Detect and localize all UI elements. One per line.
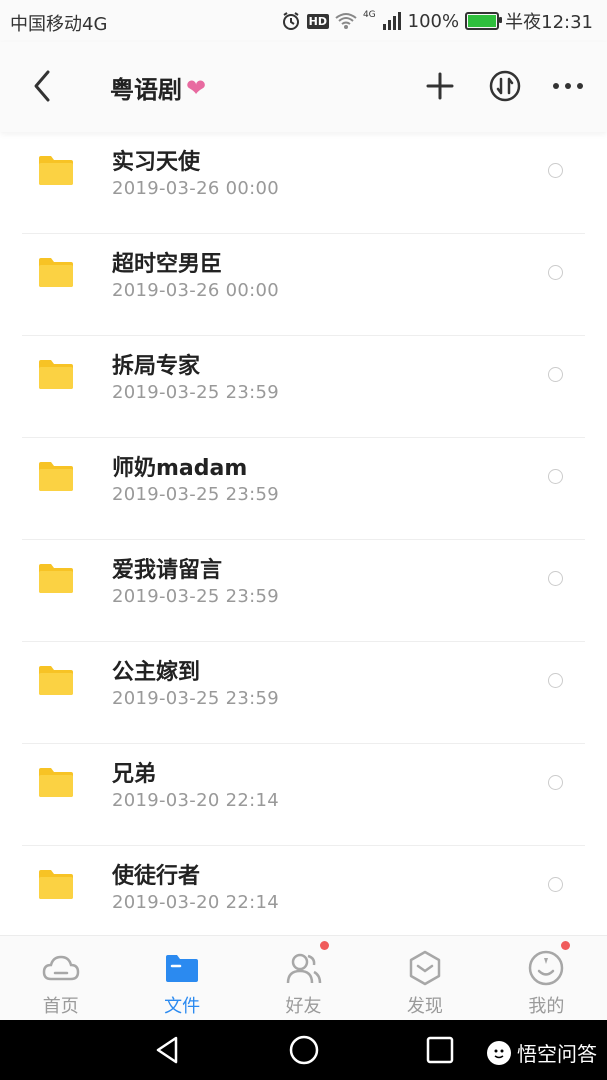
battery-icon <box>465 12 503 30</box>
file-name: 爱我请留言 <box>112 558 223 583</box>
tab-label: 文件 <box>164 996 201 1017</box>
file-row[interactable]: 超时空男臣 2019-03-26 00:00 <box>22 234 585 336</box>
file-row[interactable]: 爱我请留言 2019-03-25 23:59 <box>22 540 585 642</box>
file-date: 2019-03-25 23:59 <box>112 484 280 505</box>
select-checkbox[interactable] <box>548 673 563 688</box>
select-checkbox[interactable] <box>548 571 563 586</box>
tab-label: 发现 <box>406 996 443 1017</box>
title-bar: 粤语剧 ❤ <box>0 42 607 132</box>
file-name: 师奶madam <box>112 456 248 481</box>
nav-recents-button[interactable] <box>424 1034 456 1066</box>
folder-icon <box>38 664 74 696</box>
add-button[interactable] <box>422 68 458 104</box>
file-name: 公主嫁到 <box>112 660 201 685</box>
file-date: 2019-03-25 23:59 <box>112 382 280 403</box>
tab-profile[interactable]: 我的 <box>486 936 607 1021</box>
folder-icon <box>38 358 74 390</box>
status-bar: 中国移动4G HD 4G 100% 半夜12:31 <box>0 0 607 42</box>
select-checkbox[interactable] <box>548 877 563 892</box>
sort-button[interactable] <box>487 68 523 104</box>
file-date: 2019-03-20 22:14 <box>112 892 280 913</box>
circle-home-icon <box>289 1035 319 1065</box>
triangle-back-icon <box>156 1036 178 1064</box>
wifi-icon <box>335 12 357 30</box>
nav-back-button[interactable] <box>152 1034 184 1066</box>
more-icon <box>553 83 583 89</box>
file-row[interactable]: 公主嫁到 2019-03-25 23:59 <box>22 642 585 744</box>
file-row[interactable]: 使徒行者 2019-03-20 22:14 <box>22 846 585 947</box>
battery-percent: 100% <box>407 10 460 32</box>
tab-home[interactable]: 首页 <box>0 936 121 1021</box>
friends-icon <box>284 948 324 988</box>
watermark: 悟空问答 <box>487 1038 597 1067</box>
tab-label: 我的 <box>528 996 565 1017</box>
page-title: 粤语剧 ❤ <box>110 70 206 105</box>
folder-icon <box>38 766 74 798</box>
back-button[interactable] <box>28 68 58 104</box>
profile-icon <box>526 948 566 988</box>
watermark-text: 悟空问答 <box>517 1042 597 1066</box>
carrier-label: 中国移动4G <box>10 14 108 35</box>
file-date: 2019-03-25 23:59 <box>112 688 280 709</box>
select-checkbox[interactable] <box>548 163 563 178</box>
discover-icon <box>405 948 445 988</box>
file-name: 超时空男臣 <box>112 252 223 277</box>
file-name: 实习天使 <box>112 150 201 175</box>
system-nav-bar: 悟空问答 <box>0 1020 607 1080</box>
file-list: 实习天使 2019-03-26 00:00 超时空男臣 2019-03-26 0… <box>0 132 607 947</box>
signal-icon <box>382 12 402 30</box>
tab-label: 好友 <box>285 996 322 1017</box>
file-date: 2019-03-26 00:00 <box>112 280 280 301</box>
page-title-text: 粤语剧 <box>110 76 182 104</box>
notification-badge <box>319 941 329 950</box>
file-row[interactable]: 兄弟 2019-03-20 22:14 <box>22 744 585 846</box>
file-name: 兄弟 <box>112 762 157 787</box>
select-checkbox[interactable] <box>548 775 563 790</box>
select-checkbox[interactable] <box>548 367 563 382</box>
tab-label: 首页 <box>42 996 79 1017</box>
heart-icon: ❤ <box>186 73 207 102</box>
hd-badge: HD <box>306 13 329 29</box>
file-row[interactable]: 师奶madam 2019-03-25 23:59 <box>22 438 585 540</box>
bottom-tab-bar: 首页 文件 好友 发现 我的 <box>0 935 607 1021</box>
file-row[interactable]: 拆局专家 2019-03-25 23:59 <box>22 336 585 438</box>
folder-icon <box>162 948 202 988</box>
file-date: 2019-03-25 23:59 <box>112 586 280 607</box>
folder-icon <box>38 562 74 594</box>
file-row[interactable]: 实习天使 2019-03-26 00:00 <box>22 132 585 234</box>
cloud-icon <box>41 948 81 988</box>
alarm-icon <box>281 11 301 31</box>
folder-icon <box>38 460 74 492</box>
tab-friends[interactable]: 好友 <box>243 936 364 1021</box>
file-date: 2019-03-20 22:14 <box>112 790 280 811</box>
folder-icon <box>38 868 74 900</box>
more-button[interactable] <box>550 68 586 104</box>
select-checkbox[interactable] <box>548 469 563 484</box>
sort-icon <box>489 70 521 102</box>
plus-icon <box>426 72 454 100</box>
nav-home-button[interactable] <box>288 1034 320 1066</box>
clock: 半夜12:31 <box>505 12 593 33</box>
notification-badge <box>560 941 570 950</box>
network-type-badge: 4G <box>362 10 376 20</box>
file-name: 拆局专家 <box>112 354 201 379</box>
file-name: 使徒行者 <box>112 864 201 889</box>
select-checkbox[interactable] <box>548 265 563 280</box>
chevron-left-icon <box>34 70 50 102</box>
file-date: 2019-03-26 00:00 <box>112 178 280 199</box>
square-recents-icon <box>426 1036 454 1064</box>
wukong-logo-icon <box>487 1040 511 1065</box>
folder-icon <box>38 154 74 186</box>
tab-files[interactable]: 文件 <box>121 936 242 1021</box>
folder-icon <box>38 256 74 288</box>
tab-discover[interactable]: 发现 <box>364 936 485 1021</box>
